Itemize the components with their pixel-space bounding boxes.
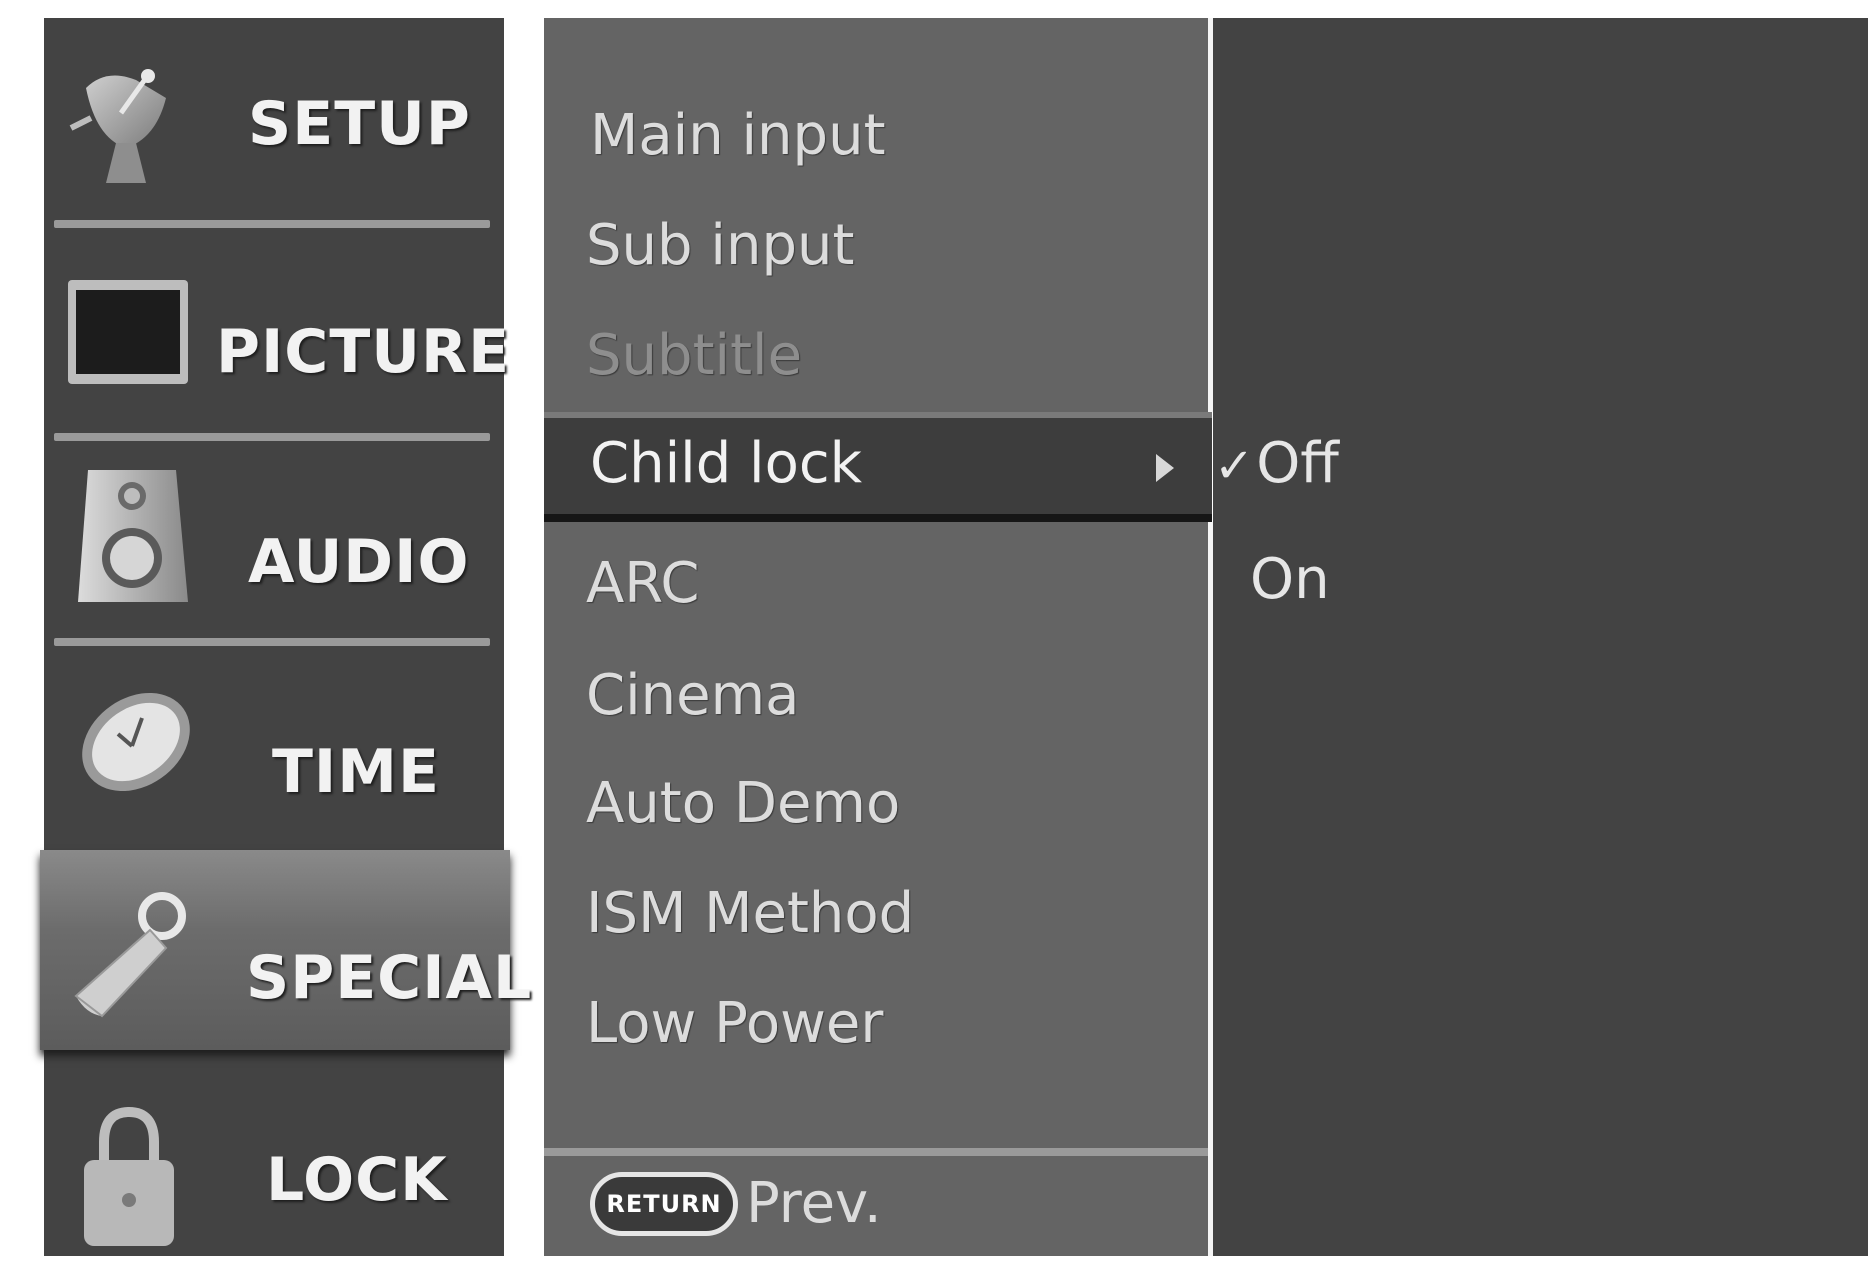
satellite-dish-icon — [66, 58, 186, 192]
menu-item-audio[interactable]: AUDIO — [44, 442, 504, 642]
submenu-item-auto-demo[interactable]: Auto Demo — [586, 776, 900, 832]
menu-divider — [54, 433, 490, 441]
prev-label: Prev. — [746, 1171, 882, 1236]
submenu-item-cinema[interactable]: Cinema — [586, 668, 799, 724]
submenu-item-low-power[interactable]: Low Power — [586, 996, 883, 1052]
menu-item-time[interactable]: TIME — [44, 648, 504, 848]
submenu-panel — [544, 18, 1208, 1256]
submenu-item-sub-input[interactable]: Sub input — [586, 218, 854, 274]
submenu-item-arc[interactable]: ARC — [586, 556, 700, 612]
submenu-item-main-input[interactable]: Main input — [590, 108, 886, 164]
clock-icon — [70, 688, 200, 804]
option-on[interactable]: On — [1250, 552, 1330, 608]
padlock-icon — [74, 1102, 184, 1256]
menu-divider — [54, 220, 490, 228]
menu-item-setup[interactable]: SETUP — [44, 18, 504, 218]
menu-label-time: TIME — [272, 737, 440, 807]
submenu-item-ism-method[interactable]: ISM Method — [586, 886, 914, 942]
submenu-divider — [544, 1148, 1208, 1156]
menu-label-special: SPECIAL — [246, 943, 533, 1013]
menu-label-picture: PICTURE — [216, 317, 511, 387]
arrow-right-icon — [1156, 454, 1174, 482]
option-off[interactable]: ✓Off — [1214, 436, 1339, 492]
panel-separator — [1208, 522, 1213, 1256]
option-off-label: Off — [1256, 431, 1339, 496]
option-on-label: On — [1250, 547, 1330, 612]
menu-label-lock: LOCK — [266, 1145, 448, 1215]
menu-item-special[interactable]: SPECIAL — [40, 850, 531, 1050]
menu-label-audio: AUDIO — [248, 527, 470, 597]
panel-separator — [1208, 18, 1213, 412]
prev-hint[interactable]: RETURN Prev. — [590, 1172, 882, 1242]
menu-item-picture[interactable]: PICTURE — [44, 230, 509, 430]
submenu-item-child-lock[interactable]: Child lock — [590, 436, 862, 492]
return-button-icon[interactable]: RETURN — [590, 1172, 738, 1236]
options-panel — [1213, 18, 1868, 1256]
menu-item-lock[interactable]: LOCK — [44, 1066, 504, 1266]
speaker-icon — [76, 466, 192, 610]
tv-osd-screen: SETUP PICTURE AUDIO TIME SPECIAL LOCK Ma… — [0, 0, 1868, 1256]
main-menu: SETUP PICTURE AUDIO TIME SPECIAL LOCK — [40, 18, 531, 1256]
tv-screen-icon — [66, 278, 190, 390]
key-tag-icon — [66, 886, 196, 1030]
checkmark-icon: ✓ — [1214, 438, 1255, 494]
submenu-item-subtitle: Subtitle — [586, 323, 803, 388]
menu-divider — [54, 638, 490, 646]
menu-label-setup: SETUP — [248, 89, 471, 159]
